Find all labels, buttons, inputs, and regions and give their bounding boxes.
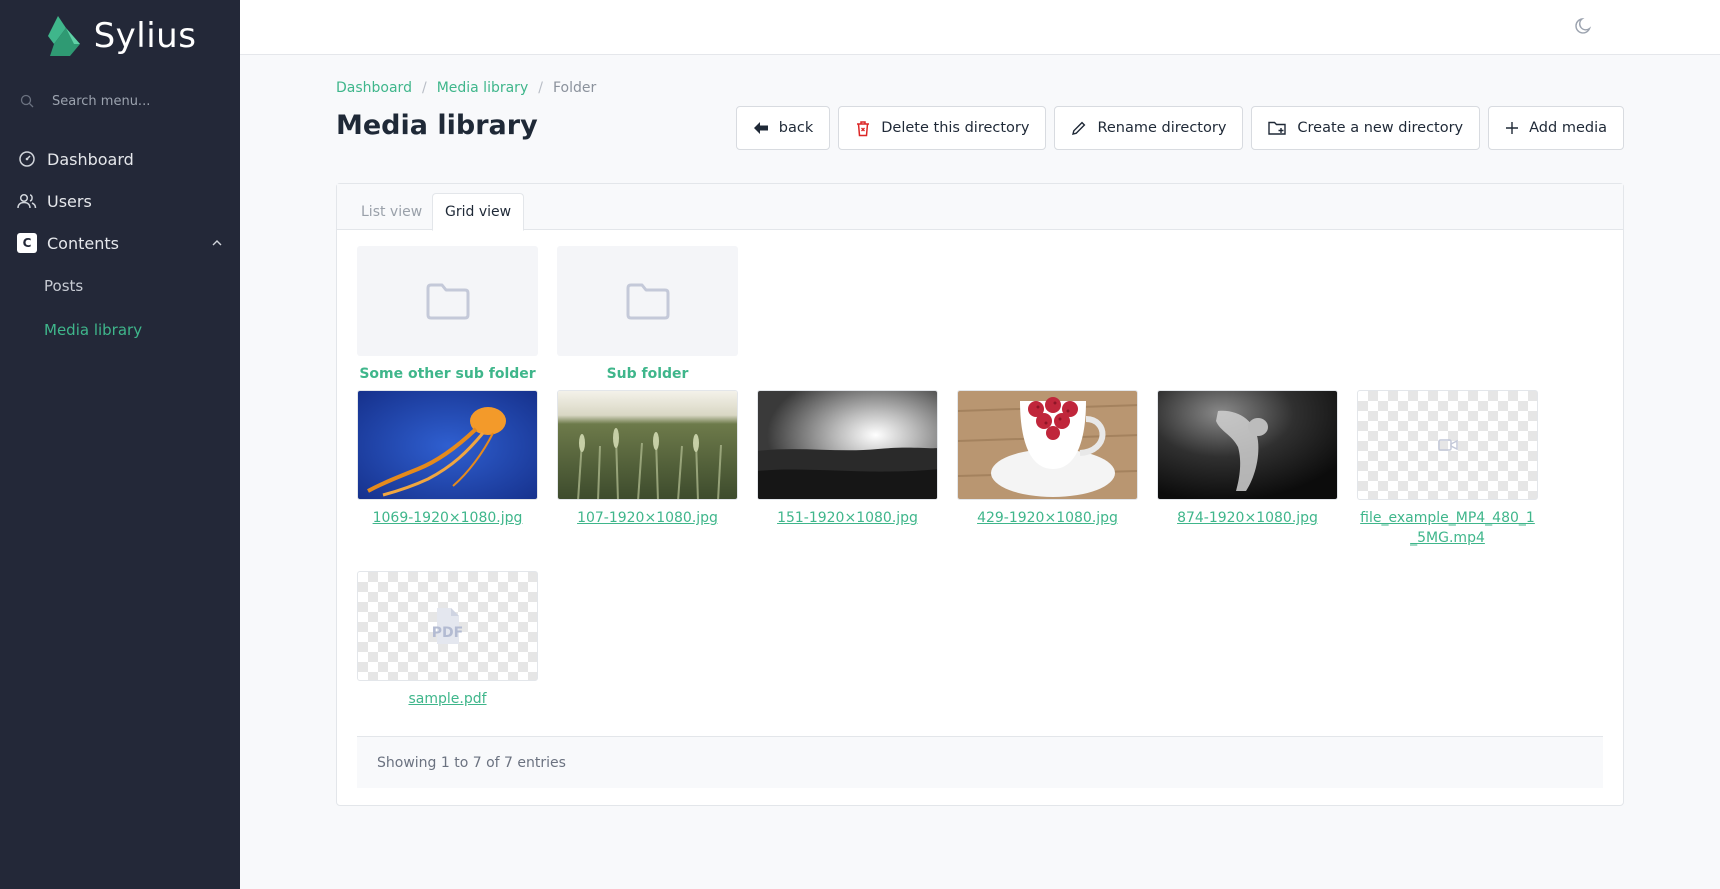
action-toolbar: back Delete this directory Rename direct…	[735, 106, 1624, 150]
media-filename[interactable]: sample.pdf	[357, 689, 538, 709]
pagination-summary: Showing 1 to 7 of 7 entries	[357, 736, 1603, 788]
back-label: back	[778, 120, 814, 136]
pdf-icon-text: PDF	[431, 625, 464, 641]
breadcrumb-dashboard[interactable]: Dashboard	[336, 80, 412, 96]
media-filename[interactable]: file_example_MP4_480_1_5MG.mp4	[1357, 508, 1538, 548]
jellyfish-image	[358, 391, 537, 499]
create-directory-button[interactable]: Create a new directory	[1251, 106, 1481, 150]
sidebar-subitem-media-library[interactable]: Media library	[0, 308, 240, 352]
sidebar-menu: Dashboard Users C Contents Posts Media l…	[0, 138, 240, 352]
media-thumbnail[interactable]: PDF	[357, 571, 538, 681]
back-button[interactable]: back	[735, 106, 831, 150]
media-card: List view Grid view Some other sub folde…	[336, 183, 1624, 806]
breadcrumb-current: Folder	[552, 80, 597, 96]
wheat-field-image	[558, 391, 737, 499]
media-filename[interactable]: 151-1920×1080.jpg	[757, 508, 938, 528]
media-tile[interactable]: file_example_MP4_480_1_5MG.mp4	[1357, 390, 1538, 548]
add-media-button[interactable]: Add media	[1488, 106, 1624, 150]
brand-name: Sylius	[93, 16, 197, 56]
topbar	[240, 0, 1720, 55]
breadcrumb-media-library[interactable]: Media library	[437, 80, 529, 96]
sidebar-item-label: Users	[47, 191, 92, 211]
delete-directory-label: Delete this directory	[881, 120, 1030, 136]
breadcrumb: Dashboard / Media library / Folder	[336, 80, 1624, 96]
media-tile[interactable]: 1069-1920×1080.jpg	[357, 390, 538, 528]
tab-list-view[interactable]: List view	[349, 193, 434, 230]
media-tile[interactable]: 874-1920×1080.jpg	[1157, 390, 1338, 528]
sidebar-item-dashboard[interactable]: Dashboard	[0, 138, 240, 180]
media-thumbnail[interactable]	[1357, 390, 1538, 500]
media-filename[interactable]: 107-1920×1080.jpg	[557, 508, 738, 528]
gauge-icon	[17, 149, 37, 169]
add-media-label: Add media	[1529, 120, 1607, 136]
sidebar-item-users[interactable]: Users	[0, 180, 240, 222]
sidebar-item-contents[interactable]: C Contents	[0, 222, 240, 264]
folder-tile[interactable]: Some other sub folder	[357, 246, 538, 382]
media-thumbnail[interactable]	[1157, 390, 1338, 500]
folder-name[interactable]: Some other sub folder	[357, 366, 538, 382]
breadcrumb-separator: /	[538, 80, 543, 96]
contents-badge-icon: C	[17, 233, 37, 253]
view-tabs: List view Grid view	[337, 184, 1623, 231]
folder-thumbnail[interactable]	[557, 246, 738, 356]
breadcrumb-separator: /	[421, 80, 427, 96]
pdf-file-icon: PDF	[431, 606, 465, 646]
page-title: Media library	[336, 110, 538, 141]
rename-directory-label: Rename directory	[1097, 120, 1227, 136]
tab-grid-view[interactable]: Grid view	[432, 193, 525, 231]
sidebar-subitem-posts[interactable]: Posts	[0, 264, 240, 308]
media-tile[interactable]: 429-1920×1080.jpg	[957, 390, 1138, 528]
video-icon	[1437, 439, 1458, 451]
sidebar-item-label: Contents	[47, 233, 119, 253]
folder-thumbnail[interactable]	[357, 246, 538, 356]
bw-underwater-image	[1158, 391, 1337, 499]
folder-plus-icon	[1268, 121, 1287, 135]
media-thumbnail[interactable]	[557, 390, 738, 500]
plus-icon	[1506, 122, 1519, 134]
media-thumbnail[interactable]	[757, 390, 938, 500]
trash-icon	[857, 120, 870, 136]
search-input[interactable]: Search menu...	[52, 94, 150, 109]
bw-landscape-image	[758, 391, 937, 499]
folder-tile[interactable]: Sub folder	[557, 246, 738, 382]
media-thumbnail[interactable]	[357, 390, 538, 500]
folder-icon	[626, 283, 669, 320]
sylius-logo-icon	[47, 16, 80, 56]
raspberries-cup-image	[958, 391, 1137, 499]
menu-search[interactable]: Search menu...	[0, 86, 240, 116]
dark-mode-toggle[interactable]	[1574, 16, 1594, 40]
folder-name[interactable]: Sub folder	[557, 366, 738, 382]
media-filename[interactable]: 1069-1920×1080.jpg	[357, 508, 538, 528]
media-tile[interactable]: PDF sample.pdf	[357, 571, 538, 709]
main-content: Dashboard / Media library / Folder Media…	[336, 55, 1624, 806]
media-filename[interactable]: 429-1920×1080.jpg	[957, 508, 1138, 528]
pencil-icon	[1072, 121, 1086, 135]
create-directory-label: Create a new directory	[1297, 120, 1464, 136]
moon-icon	[1575, 17, 1592, 34]
chevron-up-icon	[212, 240, 222, 246]
arrow-left-icon	[753, 122, 768, 134]
delete-directory-button[interactable]: Delete this directory	[838, 106, 1047, 150]
users-icon	[17, 191, 37, 211]
folder-icon	[426, 283, 469, 320]
media-thumbnail[interactable]	[957, 390, 1138, 500]
search-icon	[20, 94, 34, 108]
rename-directory-button[interactable]: Rename directory	[1054, 106, 1244, 150]
sidebar: Sylius Search menu... Dashboard Users C …	[0, 0, 240, 889]
brand[interactable]: Sylius	[0, 0, 240, 72]
media-tile[interactable]: 151-1920×1080.jpg	[757, 390, 938, 528]
media-tile[interactable]: 107-1920×1080.jpg	[557, 390, 738, 528]
media-filename[interactable]: 874-1920×1080.jpg	[1157, 508, 1338, 528]
sidebar-item-label: Dashboard	[47, 149, 134, 169]
